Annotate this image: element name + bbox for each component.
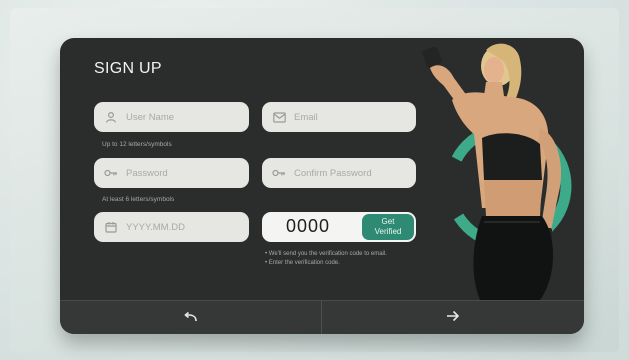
calendar-icon bbox=[104, 220, 118, 234]
undo-arrow-icon bbox=[183, 309, 198, 327]
username-hint: Up to 12 letters/symbols bbox=[102, 141, 172, 148]
next-button[interactable] bbox=[322, 301, 584, 334]
key-icon bbox=[104, 166, 118, 180]
signup-card: SIGN UP User Name Up to 12 letters/symbo… bbox=[60, 38, 584, 334]
key-icon bbox=[272, 166, 286, 180]
password-placeholder: Password bbox=[126, 167, 168, 179]
username-field[interactable]: User Name bbox=[94, 102, 249, 132]
page-title: SIGN UP bbox=[94, 60, 162, 77]
username-placeholder: User Name bbox=[126, 111, 175, 123]
mail-icon bbox=[272, 110, 286, 124]
back-button[interactable] bbox=[60, 301, 321, 334]
verification-note-2: • Enter the verification code. bbox=[265, 260, 340, 266]
birthdate-field[interactable]: YYYY.MM.DD bbox=[94, 212, 249, 242]
bottom-nav-bar bbox=[60, 300, 584, 334]
user-icon bbox=[104, 110, 118, 124]
right-arrow-icon bbox=[446, 309, 460, 327]
birthdate-placeholder: YYYY.MM.DD bbox=[126, 221, 185, 233]
email-placeholder: Email bbox=[294, 111, 318, 123]
confirm-password-placeholder: Confirm Password bbox=[294, 167, 372, 179]
verification-note-1: • We'll send you the verification code t… bbox=[265, 251, 387, 257]
verification-code-value: 0000 bbox=[286, 216, 331, 236]
password-field[interactable]: Password bbox=[94, 158, 249, 188]
password-hint: At least 6 letters/symbols bbox=[102, 196, 175, 203]
fitness-illustration bbox=[390, 38, 584, 300]
